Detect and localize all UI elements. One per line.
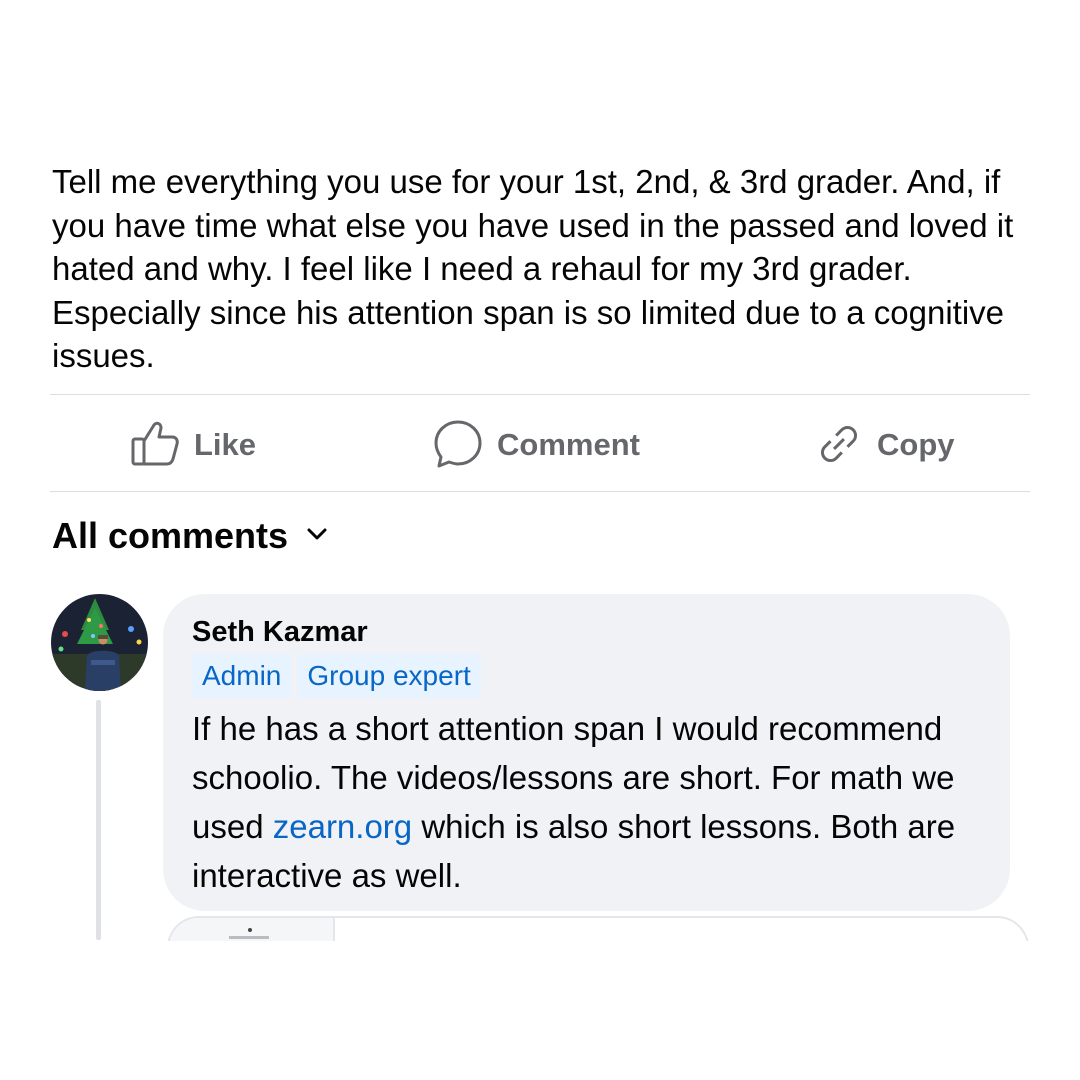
thumbs-up-icon xyxy=(130,419,180,469)
comment-label: Comment xyxy=(497,426,640,462)
thread-line xyxy=(96,700,101,940)
like-button[interactable]: Like xyxy=(130,416,256,472)
comment-button[interactable]: Comment xyxy=(433,416,640,472)
all-comments-dropdown[interactable]: All comments xyxy=(52,514,328,558)
copy-button[interactable]: Copy xyxy=(815,416,955,472)
copy-label: Copy xyxy=(877,426,955,462)
like-label: Like xyxy=(194,426,257,462)
comment-text: If he has a short attention span I would… xyxy=(192,704,1002,900)
comment-bubble: Seth Kazmar Admin Group expert If he has… xyxy=(163,594,1010,911)
comment-author[interactable]: Seth Kazmar xyxy=(192,614,368,650)
badge-admin[interactable]: Admin xyxy=(192,654,292,698)
comment-bubble-icon xyxy=(433,419,483,469)
divider-bottom xyxy=(50,491,1030,492)
chevron-down-icon xyxy=(306,527,328,546)
avatar[interactable] xyxy=(51,594,148,691)
comment-badges: Admin Group expert xyxy=(192,654,481,698)
link-icon xyxy=(815,420,863,468)
zearn-link[interactable]: zearn.org xyxy=(273,808,412,845)
page-bottom-margin xyxy=(0,941,1080,1080)
all-comments-title: All comments xyxy=(52,515,289,556)
post-text: Tell me everything you use for your 1st,… xyxy=(52,163,1014,374)
divider-top xyxy=(50,394,1030,395)
badge-group-expert[interactable]: Group expert xyxy=(297,654,481,698)
